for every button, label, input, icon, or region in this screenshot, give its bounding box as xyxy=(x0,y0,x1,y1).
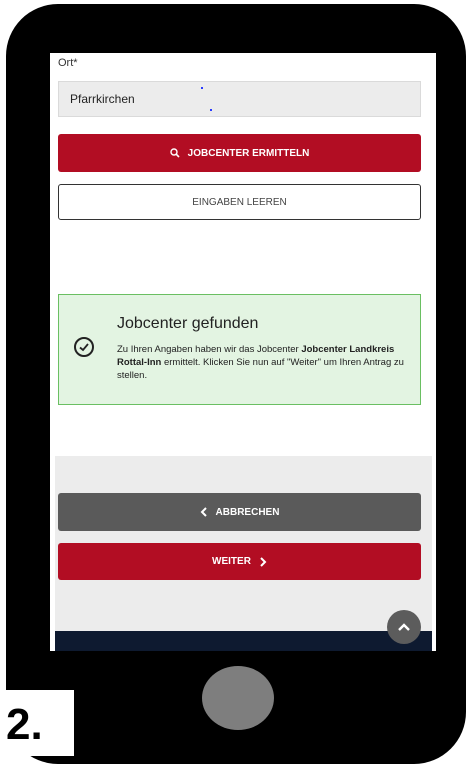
next-label: WEITER xyxy=(212,556,251,567)
check-circle-icon xyxy=(74,337,94,357)
chevron-right-icon xyxy=(260,556,267,567)
step-number: 2. xyxy=(0,690,74,756)
decor-dot xyxy=(201,87,203,89)
page-footer-bar xyxy=(55,631,432,651)
ort-input-value: Pfarrkirchen xyxy=(70,92,135,106)
clear-inputs-label: EINGABEN LEEREN xyxy=(192,196,287,208)
find-jobcenter-button[interactable]: JOBCENTER ERMITTELN xyxy=(58,134,421,172)
jobcenter-found-alert: Jobcenter gefunden Zu Ihren Angaben habe… xyxy=(58,294,421,405)
alert-title: Jobcenter gefunden xyxy=(117,315,259,332)
search-icon xyxy=(169,148,180,158)
home-button[interactable] xyxy=(202,666,274,730)
decor-dot xyxy=(210,109,212,111)
ort-input[interactable]: Pfarrkirchen xyxy=(58,81,421,117)
cancel-label: ABBRECHEN xyxy=(215,506,280,518)
cancel-button[interactable]: ABBRECHEN xyxy=(58,493,421,531)
chevron-up-icon xyxy=(398,623,410,631)
phone-frame: Ort* Pfarrkirchen JOBCENTER ERMITTELN EI… xyxy=(6,4,466,764)
chevron-left-icon xyxy=(200,507,207,517)
next-button[interactable]: WEITER xyxy=(58,543,421,580)
phone-screen: Ort* Pfarrkirchen JOBCENTER ERMITTELN EI… xyxy=(50,53,436,651)
scroll-to-top-button[interactable] xyxy=(387,610,421,644)
alert-message: Zu Ihren Angaben haben wir das Jobcenter… xyxy=(117,344,404,381)
find-jobcenter-label: JOBCENTER ERMITTELN xyxy=(187,147,310,159)
clear-inputs-button[interactable]: EINGABEN LEEREN xyxy=(58,184,421,220)
ort-label: Ort* xyxy=(58,57,78,69)
